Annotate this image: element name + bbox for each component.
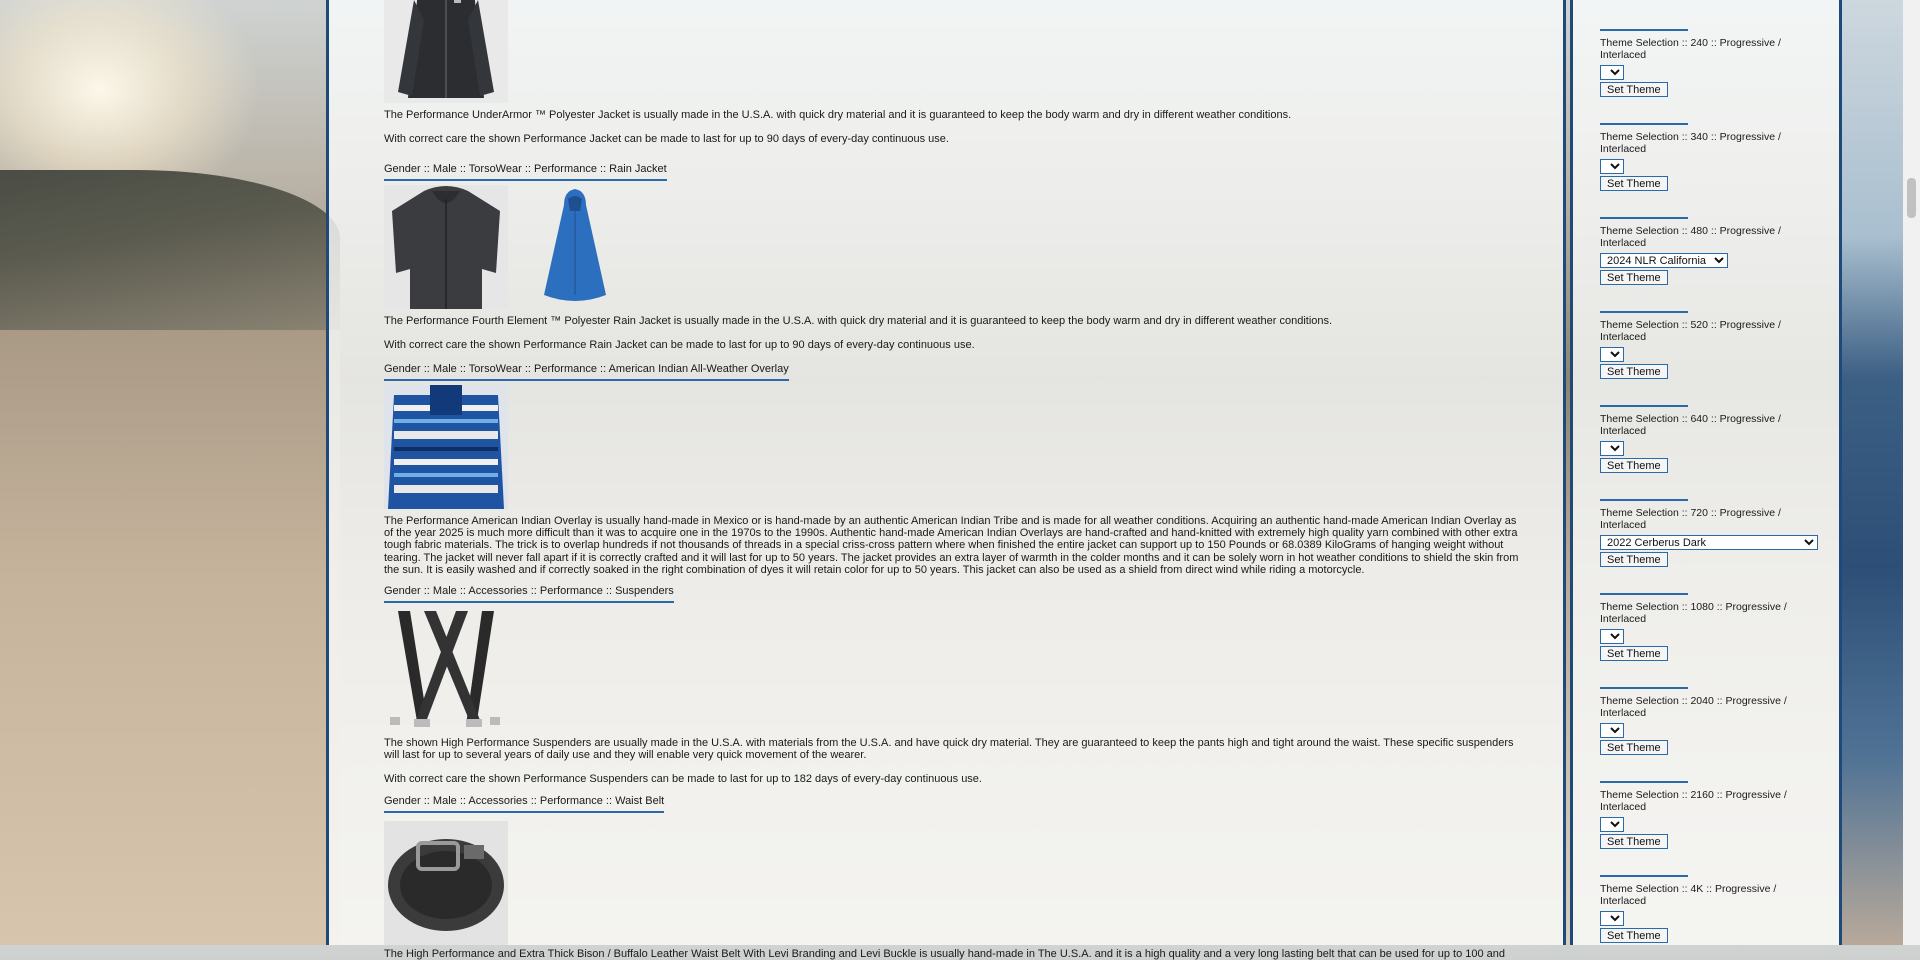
set-theme-button[interactable]: Set Theme [1600, 364, 1668, 379]
product-description: The Performance American Indian Overlay … [384, 515, 1519, 576]
set-theme-button[interactable]: Set Theme [1600, 458, 1668, 473]
theme-selection-label: Theme Selection :: 2040 :: Progressive /… [1600, 695, 1787, 719]
theme-selection-label: Theme Selection :: 480 :: Progressive / … [1600, 225, 1781, 249]
category-breadcrumb: Gender :: Male :: TorsoWear :: Performan… [384, 363, 789, 381]
theme-selection-label: Theme Selection :: 520 :: Progressive / … [1600, 319, 1781, 343]
category-breadcrumb: Gender :: Male :: Accessories :: Perform… [384, 585, 674, 603]
theme-selection-block: Theme Selection :: 480 :: Progressive / … [1600, 217, 1800, 285]
theme-divider [1600, 123, 1688, 125]
set-theme-button[interactable]: Set Theme [1600, 740, 1668, 755]
theme-selection-label: Theme Selection :: 2160 :: Progressive /… [1600, 789, 1787, 813]
product-description: The Performance Fourth Element ™ Polyest… [384, 315, 1333, 327]
product-item: Gender :: Male :: TorsoWear :: Performan… [384, 151, 1332, 351]
theme-select[interactable] [1600, 629, 1624, 644]
belt-icon [384, 821, 508, 945]
main-content-panel: The Performance UnderArmor ™ Polyester J… [326, 0, 1566, 960]
theme-divider [1600, 593, 1688, 595]
theme-select[interactable] [1600, 911, 1624, 926]
product-description: The High Performance and Extra Thick Bis… [384, 948, 1506, 960]
theme-selection-block: Theme Selection :: 720 :: Progressive / … [1600, 499, 1818, 567]
product-care-note: With correct care the shown Performance … [384, 133, 949, 146]
theme-select[interactable]: 2022 Cerberus Dark [1600, 535, 1818, 550]
page-scrollbar[interactable] [1903, 0, 1920, 945]
theme-select[interactable] [1600, 441, 1624, 456]
product-item: The Performance UnderArmor ™ Polyester J… [384, 0, 1291, 145]
theme-divider [1600, 499, 1688, 501]
background-hill [0, 170, 340, 340]
set-theme-button[interactable]: Set Theme [1600, 834, 1668, 849]
theme-divider [1600, 687, 1688, 689]
rain-jacket-icon [384, 185, 508, 309]
theme-selection-block: Theme Selection :: 640 :: Progressive / … [1600, 405, 1800, 473]
category-breadcrumb: Gender :: Male :: TorsoWear :: Performan… [384, 163, 667, 181]
theme-selection-label: Theme Selection :: 640 :: Progressive / … [1600, 413, 1781, 437]
theme-selection-label: Theme Selection :: 240 :: Progressive / … [1600, 37, 1781, 61]
poncho-icon [540, 185, 610, 309]
theme-selection-label: Theme Selection :: 1080 :: Progressive /… [1600, 601, 1787, 625]
set-theme-button[interactable]: Set Theme [1600, 270, 1668, 285]
set-theme-button[interactable]: Set Theme [1600, 82, 1668, 97]
product-item: Gender :: Male :: Accessories :: Perform… [384, 573, 1519, 786]
overlay-icon [384, 385, 508, 509]
theme-selection-block: Theme Selection :: 240 :: Progressive / … [1600, 29, 1800, 97]
theme-divider [1600, 217, 1688, 219]
theme-divider [1600, 29, 1688, 31]
product-item: Gender :: Male :: Accessories :: Perform… [384, 783, 1519, 960]
theme-selection-block: Theme Selection :: 1080 :: Progressive /… [1600, 593, 1800, 661]
theme-selection-label: Theme Selection :: 720 :: Progressive / … [1600, 507, 1781, 531]
theme-select[interactable] [1600, 347, 1624, 362]
theme-select[interactable] [1600, 159, 1624, 174]
theme-selection-block: Theme Selection :: 340 :: Progressive / … [1600, 123, 1800, 191]
set-theme-button[interactable]: Set Theme [1600, 928, 1668, 943]
suspenders-icon [384, 607, 508, 731]
theme-select[interactable]: 2024 NLR California [1600, 253, 1728, 268]
theme-divider [1600, 875, 1688, 877]
theme-divider [1600, 311, 1688, 313]
category-breadcrumb: Gender :: Male :: Accessories :: Perform… [384, 795, 665, 813]
theme-selection-block: Theme Selection :: 520 :: Progressive / … [1600, 311, 1800, 379]
theme-selection-label: Theme Selection :: 4K :: Progressive / I… [1600, 883, 1777, 907]
theme-select[interactable] [1600, 723, 1624, 738]
product-care-note: With correct care the shown Performance … [384, 339, 975, 352]
product-description: The Performance UnderArmor ™ Polyester J… [384, 109, 1292, 121]
product-description: The shown High Performance Suspenders ar… [384, 737, 1514, 762]
jacket-icon [384, 0, 508, 103]
theme-divider [1600, 405, 1688, 407]
set-theme-button[interactable]: Set Theme [1600, 176, 1668, 191]
set-theme-button[interactable]: Set Theme [1600, 552, 1668, 567]
theme-selection-block: Theme Selection :: 4K :: Progressive / I… [1600, 875, 1800, 943]
theme-selection-block: Theme Selection :: 2160 :: Progressive /… [1600, 781, 1800, 849]
product-item: Gender :: Male :: TorsoWear :: Performan… [384, 351, 1519, 576]
scrollbar-thumb[interactable] [1907, 178, 1916, 218]
theme-select[interactable] [1600, 817, 1624, 832]
theme-divider [1600, 781, 1688, 783]
set-theme-button[interactable]: Set Theme [1600, 646, 1668, 661]
theme-selection-block: Theme Selection :: 2040 :: Progressive /… [1600, 687, 1800, 755]
theme-select[interactable] [1600, 65, 1624, 80]
theme-selection-label: Theme Selection :: 340 :: Progressive / … [1600, 131, 1781, 155]
background-sand [0, 330, 340, 945]
